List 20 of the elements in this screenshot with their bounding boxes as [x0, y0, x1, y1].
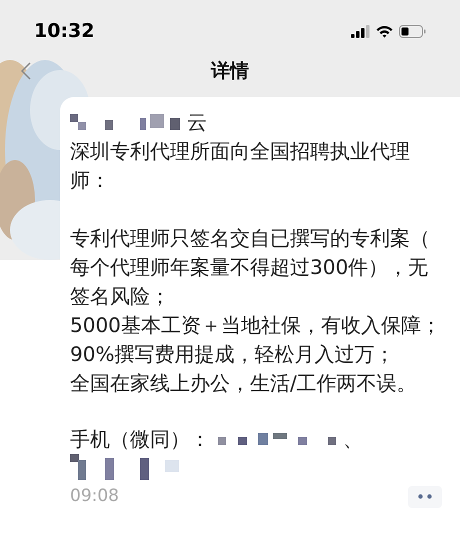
- signal-icon: [351, 24, 370, 38]
- more-button[interactable]: [408, 486, 442, 508]
- separator-mark: 、: [343, 426, 363, 453]
- post-text-line: 每个代理师年案量不得超过300件），无: [70, 254, 428, 281]
- post-time: 09:08: [70, 485, 119, 508]
- post-text-line: 师：: [70, 167, 110, 194]
- post-text-line: 5000基本工资＋当地社保，有收入保障；: [70, 312, 441, 339]
- post-text-line: 深圳专利代理所面向全国招聘执业代理: [70, 138, 410, 165]
- post-text-line: 全国在家线上办公，生活/工作两不误。: [70, 370, 417, 397]
- more-icon: [418, 494, 432, 500]
- post-text-line: 专利代理师只签名交自已撰写的专利案（: [70, 225, 430, 252]
- author-name: 云: [187, 109, 207, 136]
- wifi-icon: [376, 24, 393, 38]
- battery-icon: [399, 24, 426, 38]
- post-text-line: 签名风险；: [70, 283, 170, 310]
- status-time: 10:32: [34, 18, 94, 44]
- post-text-line: 90%撰写费用提成，轻松月入过万；: [70, 341, 394, 368]
- back-icon: [21, 62, 31, 80]
- contact-label: 手机（微同）：: [70, 426, 210, 453]
- page-title: 详情: [211, 59, 249, 84]
